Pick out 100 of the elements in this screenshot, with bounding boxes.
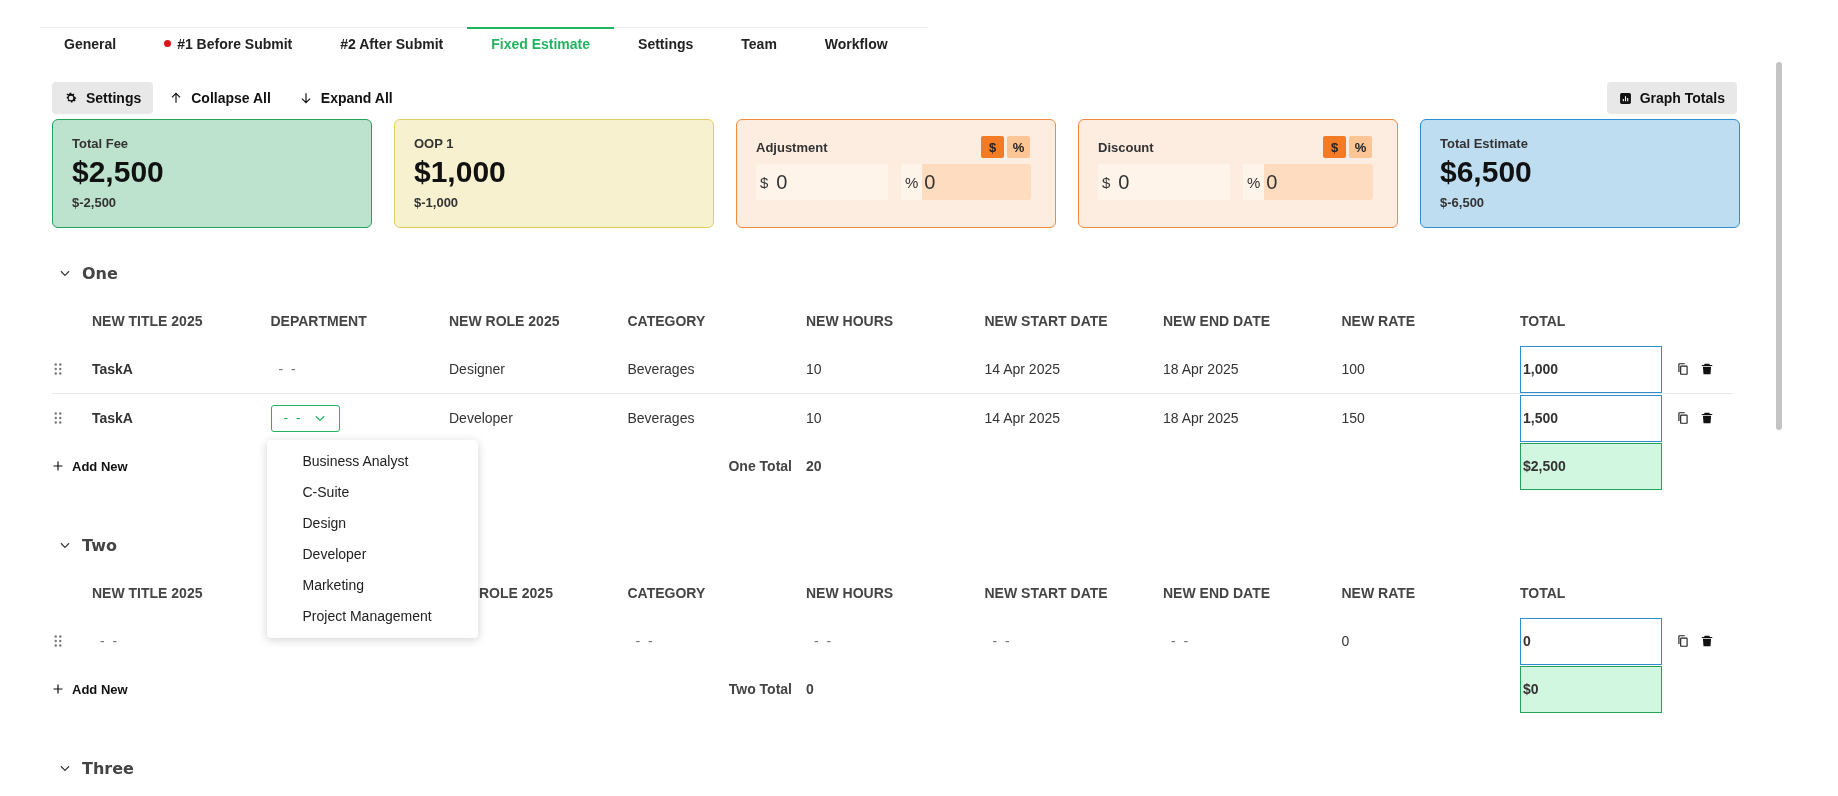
column-header: NEW TITLE 2025 xyxy=(92,585,203,601)
table-cell: - - xyxy=(814,633,834,649)
card-title: OOP 1 xyxy=(414,136,455,151)
tab[interactable]: General xyxy=(40,27,141,58)
column-header: TOTAL xyxy=(1520,313,1566,329)
chart-icon xyxy=(1618,91,1632,105)
amount-field[interactable]: % 0 xyxy=(901,164,1031,200)
table-cell: - - xyxy=(100,633,120,649)
total-field[interactable]: 0 xyxy=(1520,617,1662,665)
menu-item[interactable]: Project Management xyxy=(266,600,478,632)
table-cell: 150 xyxy=(1341,410,1365,426)
card-subtotal: $-6,500 xyxy=(1440,195,1486,210)
table-cell: TaskA xyxy=(92,410,133,426)
menu-item[interactable]: Design xyxy=(266,507,478,539)
amount-field[interactable]: $ 0 xyxy=(1098,164,1230,200)
mode-toggle[interactable]: % xyxy=(1007,136,1030,158)
copy-icon xyxy=(1676,411,1690,425)
toolbar-button[interactable]: Expand All xyxy=(286,82,405,114)
mode-toggle[interactable]: $ xyxy=(981,136,1004,158)
table-cell: 18 Apr 2025 xyxy=(1163,361,1239,377)
column-header: DEPARTMENT xyxy=(270,313,367,329)
column-header: NEW TITLE 2025 xyxy=(92,313,203,329)
group-total-field: $2,500 xyxy=(1520,442,1662,490)
tab[interactable]: #1 Before Submit xyxy=(140,27,317,58)
column-header: NEW HOURS xyxy=(806,313,894,329)
tab[interactable]: Settings xyxy=(614,27,718,58)
table-cell: Designer xyxy=(449,361,506,377)
group-total-field: $0 xyxy=(1520,665,1662,713)
table-cell: 18 Apr 2025 xyxy=(1163,410,1239,426)
card-title: Adjustment xyxy=(756,139,828,155)
table-cell: - - xyxy=(635,633,655,649)
table-cell: - - xyxy=(992,633,1012,649)
table-cell: TaskA xyxy=(92,361,133,377)
copy-icon xyxy=(1676,362,1690,376)
table-cell: 10 xyxy=(806,361,822,377)
graph-totals-button[interactable]: Graph Totals xyxy=(1606,82,1737,114)
menu-item[interactable]: Business Analyst xyxy=(266,445,478,477)
group-total-label: Two Total xyxy=(728,681,793,697)
settings-icon xyxy=(64,91,78,105)
tab[interactable]: #2 After Submit xyxy=(316,27,468,58)
table-cell: Beverages xyxy=(627,410,695,426)
mode-toggle[interactable]: $ xyxy=(1323,136,1346,158)
total-field[interactable]: 1,000 xyxy=(1520,345,1662,393)
card-amount: $2,500 xyxy=(72,155,165,189)
card-title: Total Fee xyxy=(72,136,130,151)
table-cell: 10 xyxy=(806,410,822,426)
add-new-button[interactable]: Add New xyxy=(52,681,128,697)
tab[interactable]: Workflow xyxy=(800,27,912,58)
total-hours: 0 xyxy=(806,681,815,697)
drag-handle-icon xyxy=(52,412,64,424)
table-cell: Developer xyxy=(449,410,513,426)
plus-icon xyxy=(52,460,64,472)
menu-item[interactable]: Marketing xyxy=(266,569,478,601)
drag-handle-icon xyxy=(52,363,64,375)
scrollbar[interactable] xyxy=(1776,62,1782,430)
column-header: NEW ROLE 2025 xyxy=(449,313,560,329)
column-header: NEW HOURS xyxy=(806,585,894,601)
column-header: NEW RATE xyxy=(1341,313,1416,329)
plus-icon xyxy=(52,683,64,695)
total-hours: 20 xyxy=(806,458,823,474)
drag-handle-icon xyxy=(52,635,64,647)
column-header: CATEGORY xyxy=(627,585,706,601)
section-title: Three xyxy=(82,758,134,778)
card-title: Discount xyxy=(1098,139,1154,155)
table-cell: 14 Apr 2025 xyxy=(984,361,1060,377)
column-header: NEW END DATE xyxy=(1163,313,1271,329)
table-cell: 0 xyxy=(1341,633,1350,649)
trash-icon xyxy=(1700,634,1714,648)
menu-item[interactable]: C-Suite xyxy=(266,476,478,508)
add-new-button[interactable]: Add New xyxy=(52,458,128,474)
column-header: ROLE 2025 xyxy=(479,585,553,601)
tab[interactable]: Team xyxy=(717,27,801,58)
trash-icon xyxy=(1700,362,1714,376)
mode-toggle[interactable]: % xyxy=(1349,136,1372,158)
table-cell: - - xyxy=(278,361,298,377)
column-header: NEW RATE xyxy=(1341,585,1416,601)
card-title: Total Estimate xyxy=(1440,136,1529,151)
toolbar-button[interactable]: Collapse All xyxy=(157,82,283,114)
total-field[interactable]: 1,500 xyxy=(1520,394,1662,442)
amount-field[interactable]: $ 0 xyxy=(756,164,888,200)
column-header: NEW END DATE xyxy=(1163,585,1271,601)
table-cell: 100 xyxy=(1341,361,1365,377)
table-cell: 14 Apr 2025 xyxy=(984,410,1060,426)
column-header: TOTAL xyxy=(1520,585,1566,601)
table-cell: - - xyxy=(1171,633,1191,649)
column-header: NEW START DATE xyxy=(984,585,1108,601)
column-header: NEW START DATE xyxy=(984,313,1108,329)
card-amount: $6,500 xyxy=(1440,155,1533,189)
section-title: One xyxy=(82,263,118,283)
toolbar-button[interactable]: Settings xyxy=(52,82,154,114)
copy-icon xyxy=(1676,634,1690,648)
menu-item[interactable]: Developer xyxy=(266,538,478,570)
group-total-label: One Total xyxy=(728,458,793,474)
card-subtotal: $-2,500 xyxy=(72,195,118,210)
column-header: CATEGORY xyxy=(627,313,706,329)
trash-icon xyxy=(1700,411,1714,425)
card-amount: $1,000 xyxy=(414,155,507,189)
table-cell: Beverages xyxy=(627,361,695,377)
card-subtotal: $-1,000 xyxy=(414,195,460,210)
amount-field[interactable]: % 0 xyxy=(1243,164,1373,200)
